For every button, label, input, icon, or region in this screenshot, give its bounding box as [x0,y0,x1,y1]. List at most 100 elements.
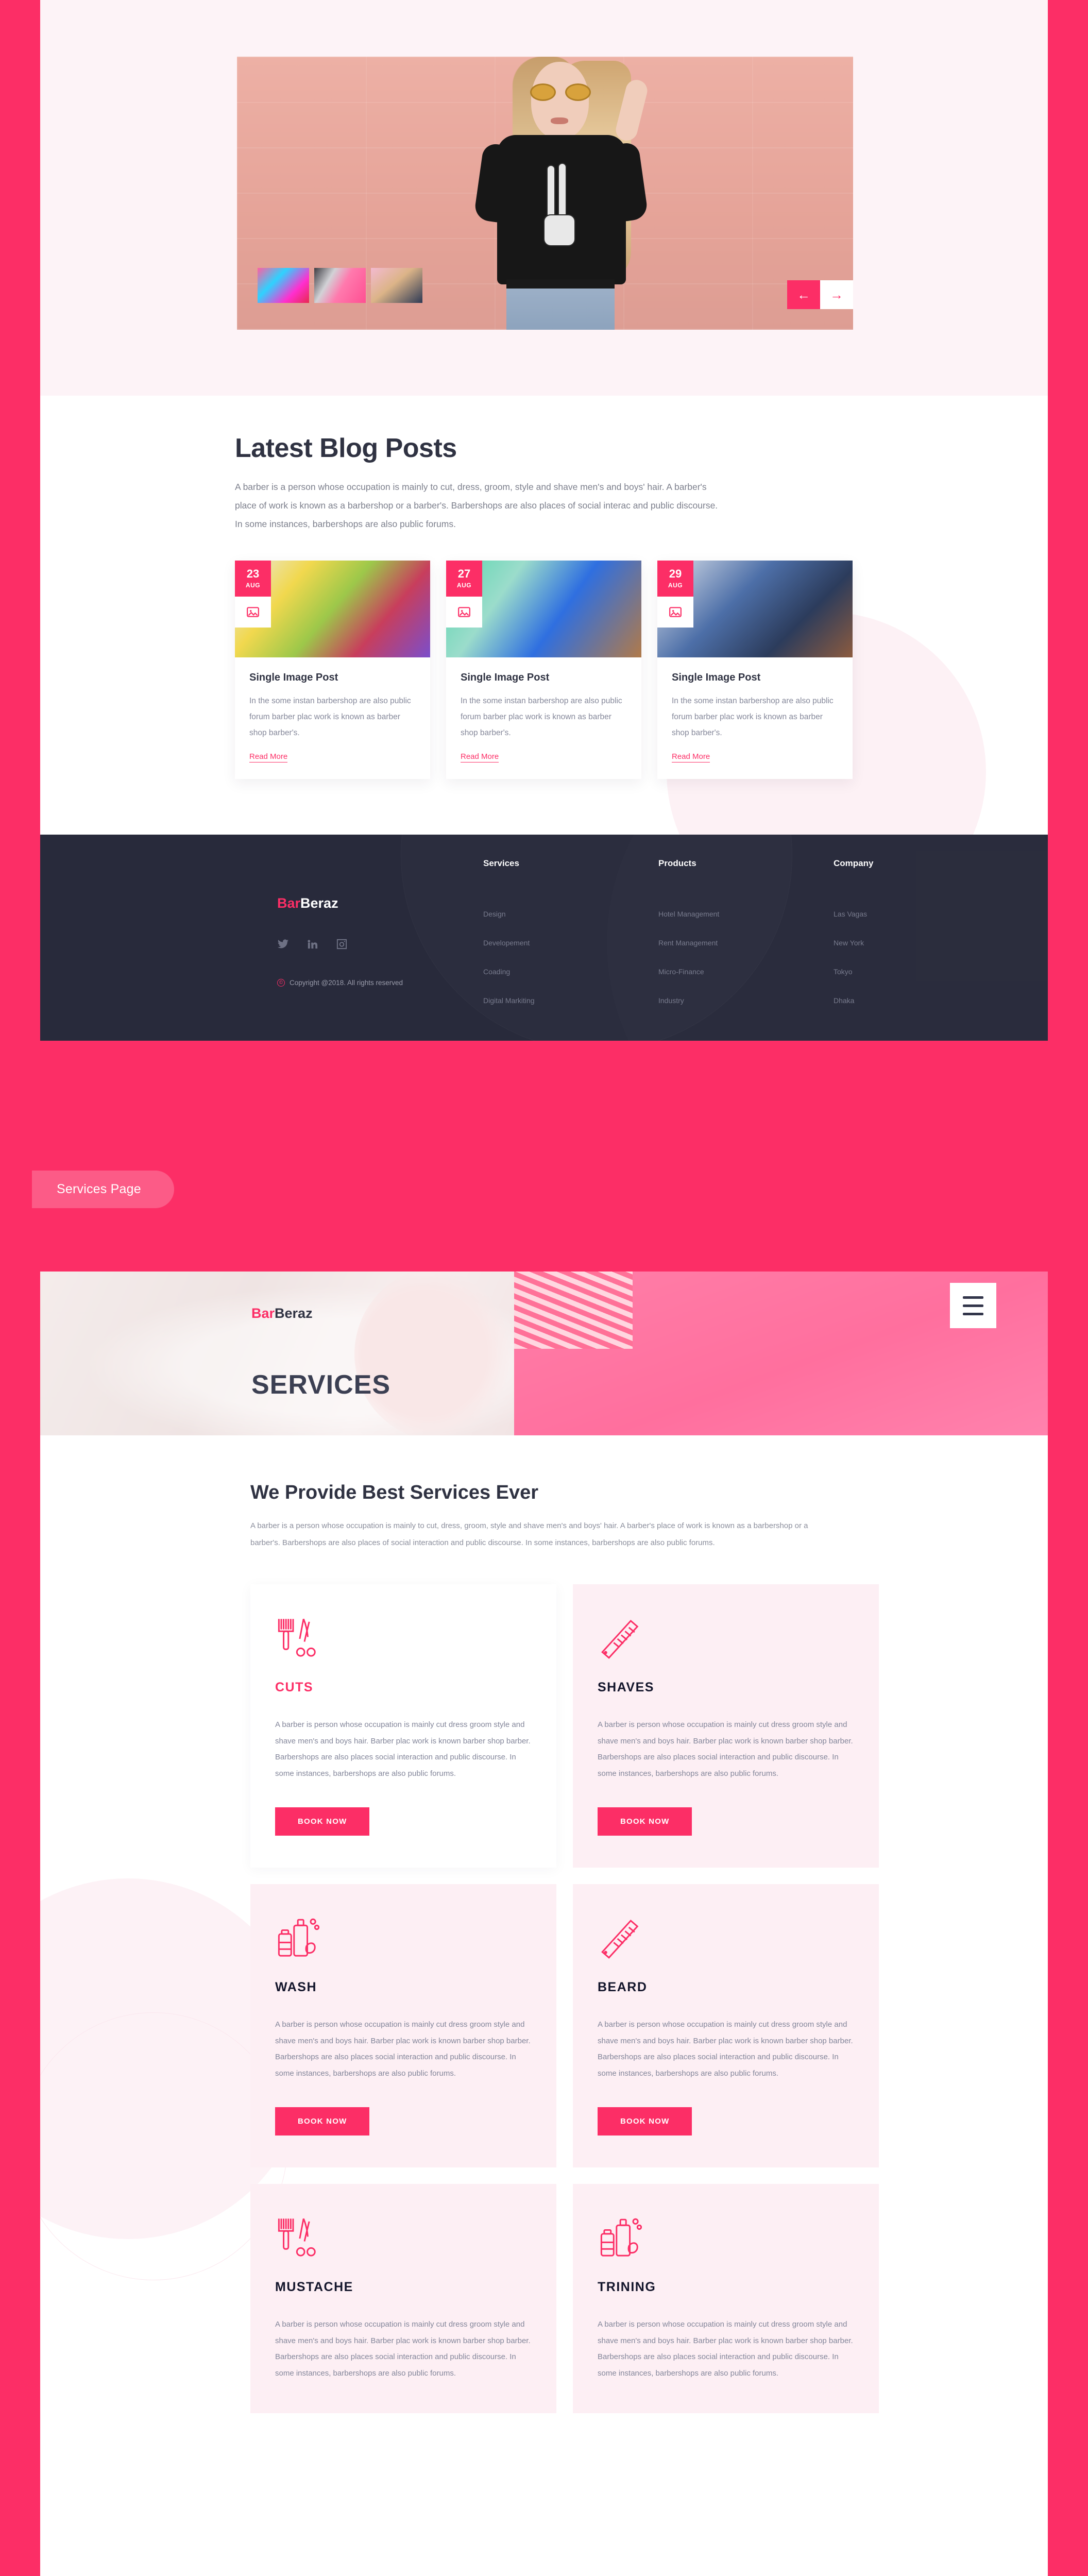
footer-link[interactable]: Las Vagas [834,910,988,918]
services-logo-accent: Bar [251,1306,275,1321]
read-more-link[interactable]: Read More [249,752,288,762]
service-card-beard[interactable]: BEARD A barber is person whose occupatio… [573,1884,879,2167]
service-description: A barber is person whose occupation is m… [275,1720,531,1778]
footer-link[interactable]: Tokyo [834,968,988,976]
read-more-link[interactable]: Read More [672,752,710,762]
footer-link[interactable]: Industry [658,996,834,1005]
blog-date-day: 29 [669,567,682,581]
copyright-icon: © [277,979,285,987]
book-now-button[interactable]: BOOK NOW [275,1807,370,1836]
service-card-wash[interactable]: WASH A barber is person whose occupation… [250,1884,556,2167]
service-description: A barber is person whose occupation is m… [598,2320,853,2378]
services-logo[interactable]: BarBeraz [251,1306,313,1321]
blog-date-day: 27 [457,567,471,581]
hero-slider[interactable]: ← → [237,57,853,330]
hero-model-photo [424,57,666,330]
footer-link[interactable]: Rent Management [658,939,834,947]
blog-card[interactable]: 23 AUG Single Image Post In the some ins… [235,560,430,779]
footer-logo[interactable]: BarBeraz [277,895,483,911]
service-name: MUSTACHE [275,2280,353,2294]
comb-and-scissors-icon [275,1615,532,1665]
slider-next-button[interactable]: → [820,280,853,309]
blog-date-month: AUG [668,582,683,589]
blog-card-list: 23 AUG Single Image Post In the some ins… [235,560,853,779]
sunglasses [530,83,591,101]
services-page-title: SERVICES [251,1370,391,1400]
blog-date-month: AUG [456,582,472,589]
hamburger-menu-icon[interactable] [950,1283,996,1328]
footer-link[interactable]: Developement [483,939,658,947]
footer-link[interactable]: Hotel Management [658,910,834,918]
service-card-mustache[interactable]: MUSTACHE A barber is person whose occupa… [250,2184,556,2413]
service-card-shaves[interactable]: SHAVES A barber is person whose occupati… [573,1584,879,1868]
blog-post-title: Single Image Post [249,671,338,683]
slider-thumbnail-1[interactable] [258,268,309,303]
footer-column-services: Services Design Developement Coading Dig… [483,835,658,1025]
image-format-badge [446,596,482,628]
blog-section-description: A barber is a person whose occupation is… [235,482,718,529]
service-description: A barber is person whose occupation is m… [275,2020,531,2078]
footer-social-links[interactable] [277,938,483,950]
blog-date-badge: 29 AUG [657,560,693,597]
comb-icon [598,1915,854,1964]
image-format-badge [657,596,693,628]
blog-post-excerpt: In the some instan barbershop are also p… [461,696,622,737]
services-page: BarBeraz SERVICES We Provide Best Servic… [40,1272,1048,2576]
blog-date-month: AUG [245,582,261,589]
slider-thumbnail-3[interactable] [371,268,422,303]
service-description: A barber is person whose occupation is m… [275,2320,531,2378]
hero-section: ← → [40,0,1048,396]
twitter-icon[interactable] [277,938,289,950]
slider-thumbnail-2[interactable] [314,268,366,303]
service-name: TRINING [598,2280,656,2294]
footer-link[interactable]: Coading [483,968,658,976]
services-logo-rest: Beraz [275,1306,313,1321]
instagram-icon[interactable] [336,938,348,950]
shampoo-bottles-icon [598,2215,854,2264]
blog-thumbnail-image: 29 AUG [657,560,853,657]
blog-card[interactable]: 27 AUG Single Image Post In the some ins… [446,560,641,779]
footer-link[interactable]: Digital Markiting [483,996,658,1005]
blog-thumbnail-image: 27 AUG [446,560,641,657]
blog-date-badge: 23 AUG [235,560,271,597]
footer-copyright-text: Copyright @2018. All rights reserved [290,979,403,987]
service-description: A barber is person whose occupation is m… [598,2020,853,2078]
picture-icon [669,606,682,617]
slider-prev-button[interactable]: ← [787,280,820,309]
slider-thumbnails[interactable] [258,268,422,303]
footer-link[interactable]: Design [483,910,658,918]
service-name: WASH [275,1980,317,1994]
footer-column-heading: Products [658,858,696,868]
blog-section-title: Latest Blog Posts [235,433,457,463]
blog-post-excerpt: In the some instan barbershop are also p… [249,696,411,737]
footer-column-products: Products Hotel Management Rent Managemen… [658,835,834,1025]
service-card-cuts[interactable]: CUTS A barber is person whose occupation… [250,1584,556,1868]
page-label-services: Services Page [32,1171,174,1208]
blog-date-badge: 27 AUG [446,560,482,597]
service-card-trining[interactable]: TRINING A barber is person whose occupat… [573,2184,879,2413]
footer-logo-accent: Bar [277,895,301,911]
image-format-badge [235,596,271,628]
blog-post-title: Single Image Post [672,671,761,683]
footer-column-heading: Services [483,858,519,868]
blog-thumbnail-image: 23 AUG [235,560,430,657]
header-photo-left [40,1272,530,1435]
picture-icon [458,606,470,617]
footer-link[interactable]: New York [834,939,988,947]
read-more-link[interactable]: Read More [461,752,499,762]
blog-section: Latest Blog Posts A barber is a person w… [40,396,1048,835]
book-now-button[interactable]: BOOK NOW [275,2107,370,2136]
footer-link[interactable]: Dhaka [834,996,988,1005]
services-section-title: We Provide Best Services Ever [250,1482,539,1503]
blog-post-excerpt: In the some instan barbershop are also p… [672,696,834,737]
slider-navigation[interactable]: ← → [787,280,853,309]
footer-link[interactable]: Micro-Finance [658,968,834,976]
book-now-button[interactable]: BOOK NOW [598,1807,692,1836]
footer-column-heading: Company [834,858,874,868]
services-page-header [40,1272,1048,1435]
footer-logo-rest: Beraz [300,895,338,911]
linkedin-icon[interactable] [307,938,318,950]
blog-card[interactable]: 29 AUG Single Image Post In the some ins… [657,560,853,779]
book-now-button[interactable]: BOOK NOW [598,2107,692,2136]
shampoo-bottles-icon [275,1915,532,1964]
